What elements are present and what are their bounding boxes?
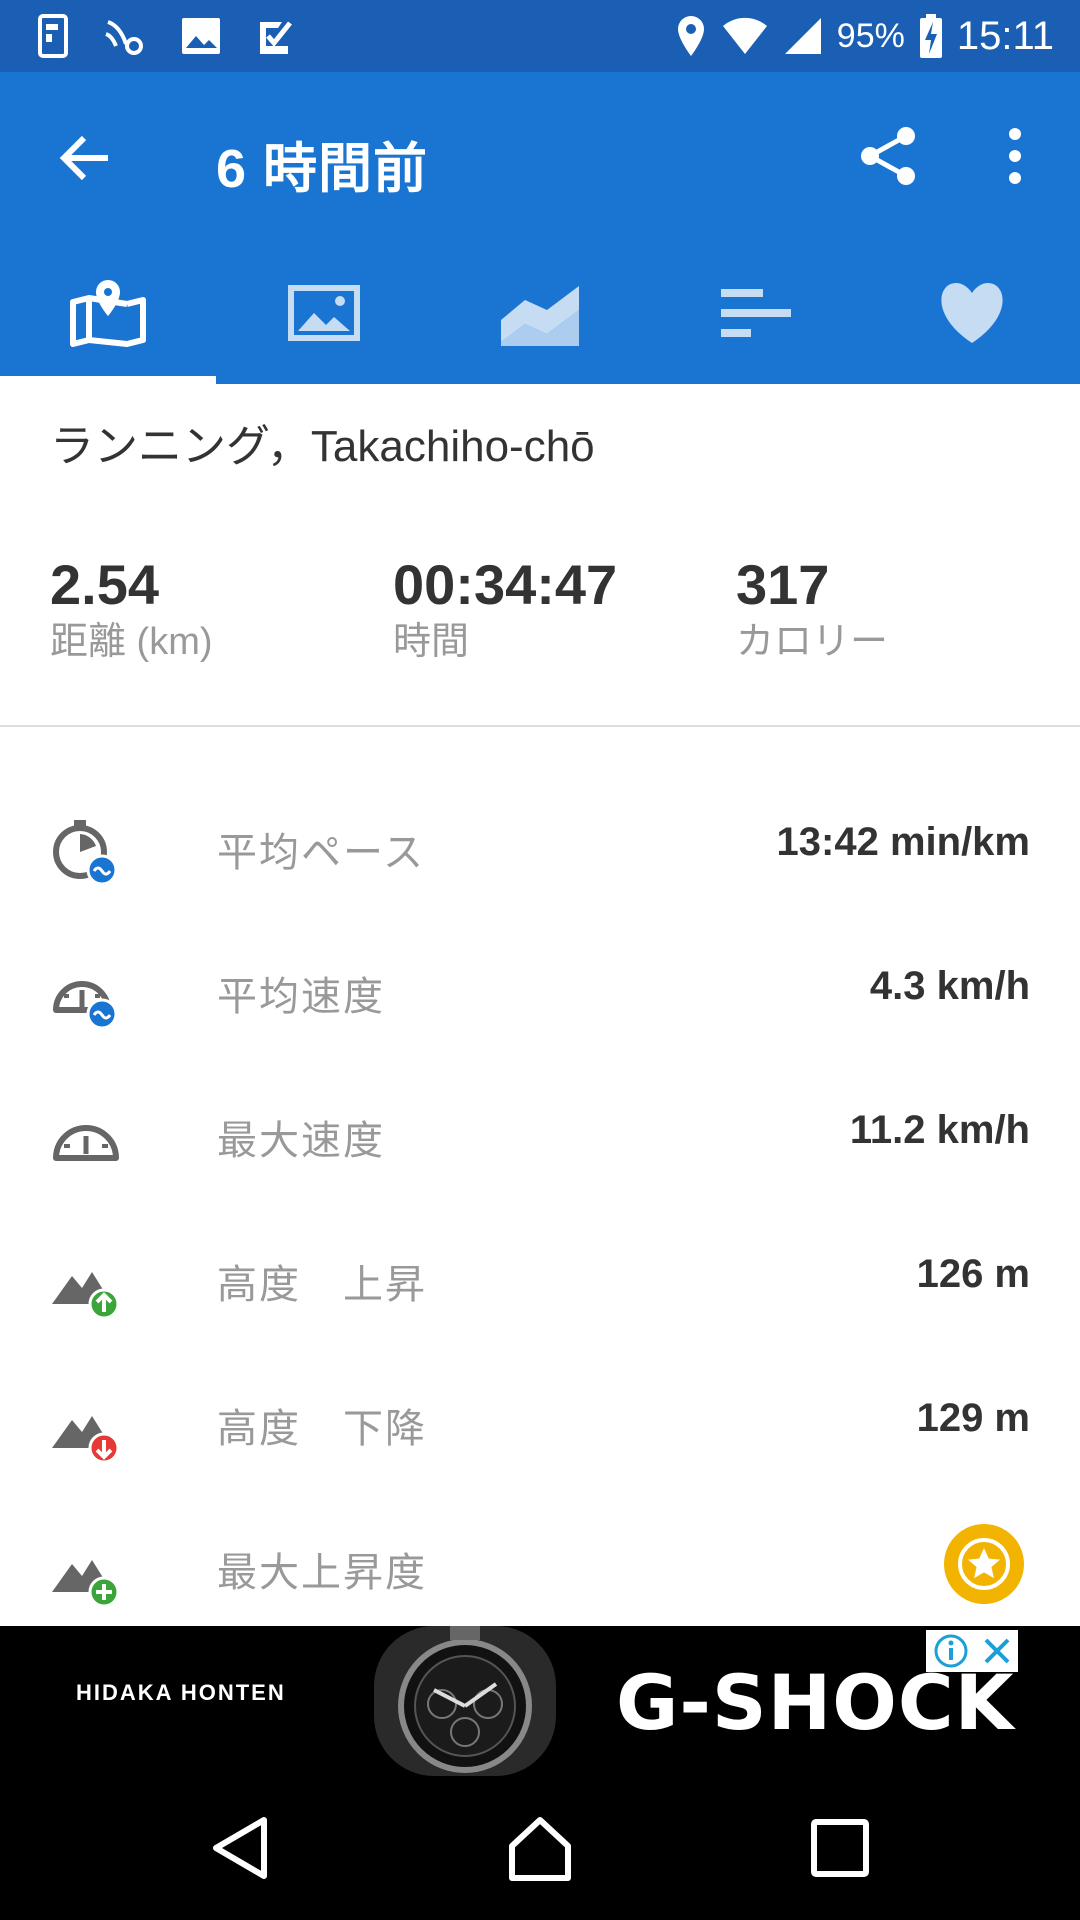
stat-label: 時間	[393, 621, 470, 663]
recents-icon[interactable]	[804, 1812, 876, 1884]
heart-icon	[941, 283, 1003, 343]
ad-brand: HIDAKA HONTEN	[76, 1680, 286, 1705]
image-icon	[182, 18, 220, 54]
speedometer-avg-icon	[53, 981, 118, 1030]
metric-value: 126 m	[916, 1252, 1030, 1296]
signal-icon	[784, 18, 821, 54]
battery-charging-icon	[919, 14, 942, 58]
watch-image	[374, 1626, 556, 1776]
location-settings-icon	[105, 20, 143, 55]
wifi-icon	[722, 17, 767, 54]
system-nav-bar	[0, 1776, 1080, 1920]
metric-value: 13:42 min/km	[776, 820, 1030, 864]
metric-row-elevation-loss: 高度 下降 129 m	[0, 1352, 1080, 1496]
ad-choices[interactable]	[926, 1630, 1018, 1672]
clock: 15:11	[956, 13, 1054, 58]
speedometer-icon	[53, 1125, 119, 1161]
metric-row-max-speed: 最大速度 11.2 km/h	[0, 1064, 1080, 1208]
more-options-icon[interactable]	[1000, 126, 1030, 186]
back-triangle-icon[interactable]	[204, 1812, 276, 1884]
map-pin-icon	[70, 280, 146, 347]
premium-star-button[interactable]	[944, 1524, 1024, 1604]
divider	[0, 725, 1080, 727]
page-title: 6 時間前	[216, 139, 429, 199]
metric-label: 平均ペース	[217, 831, 425, 875]
mountain-plus-icon	[52, 1560, 120, 1608]
tab-bar	[0, 242, 1080, 384]
metric-label: 高度 上昇	[217, 1263, 427, 1307]
stat-calories: 317 カロリー	[736, 555, 888, 667]
metric-label: 高度 下降	[217, 1407, 427, 1451]
metric-label: 最大速度	[217, 1119, 385, 1163]
metric-label: 平均速度	[217, 975, 385, 1019]
info-icon[interactable]	[933, 1633, 969, 1669]
stat-label: 距離 (km)	[50, 621, 213, 663]
photo-icon	[288, 285, 360, 341]
status-bar: 95% 15:11	[0, 0, 1080, 72]
tab-charts[interactable]	[432, 242, 648, 384]
stat-label: カロリー	[736, 621, 889, 663]
metric-label: 最大上昇度	[217, 1551, 427, 1595]
battery-percent: 95%	[836, 16, 905, 55]
metric-row-max-climb: 最大上昇度	[0, 1496, 1080, 1640]
home-icon[interactable]	[504, 1812, 576, 1884]
tab-map[interactable]	[0, 242, 216, 384]
close-icon[interactable]	[982, 1636, 1012, 1666]
stat-distance: 2.54 距離 (km)	[50, 555, 213, 667]
tab-splits[interactable]	[648, 242, 864, 384]
activity-title: ランニング，Takachiho-chō	[50, 422, 595, 471]
share-icon[interactable]	[856, 124, 920, 188]
tab-photos[interactable]	[216, 242, 432, 384]
stat-duration: 00:34:47 時間	[393, 555, 617, 667]
mountain-up-icon	[52, 1272, 120, 1320]
location-icon	[677, 16, 704, 56]
back-arrow-icon[interactable]	[56, 128, 116, 188]
metric-row-avg-speed: 平均速度 4.3 km/h	[0, 920, 1080, 1064]
metric-row-avg-pace: 平均ペース 13:42 min/km	[0, 776, 1080, 920]
metric-value: 129 m	[916, 1396, 1030, 1440]
mountain-down-icon	[52, 1416, 120, 1464]
phone-notification-icon	[38, 14, 68, 58]
stat-value: 00:34:47	[393, 553, 618, 616]
star-icon	[958, 1538, 1010, 1590]
tab-heart[interactable]	[864, 242, 1080, 384]
task-check-icon	[260, 21, 292, 54]
metric-value: 11.2 km/h	[849, 1108, 1030, 1152]
chart-icon	[501, 286, 579, 346]
metric-row-elevation-gain: 高度 上昇 126 m	[0, 1208, 1080, 1352]
stopwatch-avg-icon	[53, 820, 118, 886]
summary-stats: 2.54 距離 (km) 00:34:47 時間 317 カロリー	[0, 555, 1080, 675]
stat-value: 317	[736, 553, 830, 616]
bars-icon	[721, 289, 791, 337]
ad-banner[interactable]: HIDAKA HONTEN G-SHOCK	[0, 1626, 1080, 1776]
app-bar: 6 時間前	[0, 72, 1080, 242]
metric-value: 4.3 km/h	[869, 964, 1030, 1008]
stat-value: 2.54	[50, 553, 159, 616]
